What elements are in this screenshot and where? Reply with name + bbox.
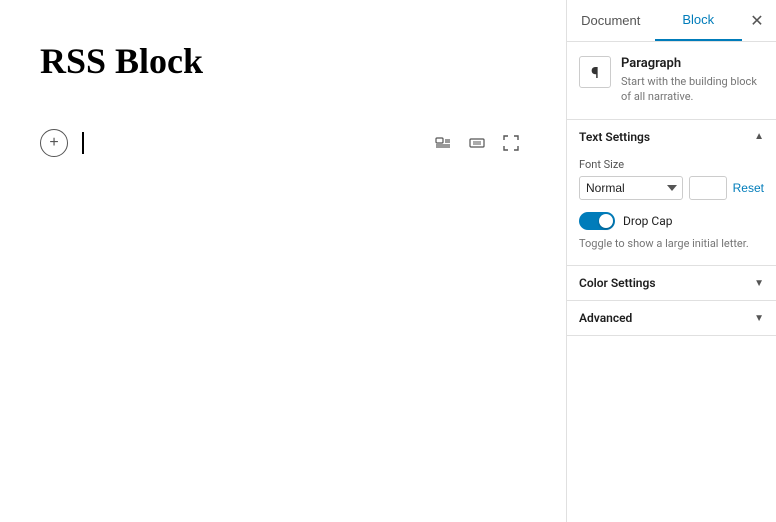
toolbar-right bbox=[428, 128, 526, 158]
wide-image-button[interactable] bbox=[462, 128, 492, 158]
color-settings-chevron: ▼ bbox=[754, 278, 764, 289]
align-image-icon bbox=[435, 135, 451, 151]
editor-area: RSS Block + bbox=[0, 0, 566, 522]
close-icon: ✕ bbox=[750, 11, 763, 31]
sidebar: Document Block ✕ ¶ Paragraph Start with … bbox=[566, 0, 776, 522]
color-settings-header[interactable]: Color Settings ▼ bbox=[567, 266, 776, 300]
color-settings-section: Color Settings ▼ bbox=[567, 266, 776, 301]
text-settings-chevron: ▲ bbox=[754, 131, 764, 142]
expand-icon bbox=[503, 135, 519, 151]
advanced-header[interactable]: Advanced ▼ bbox=[567, 301, 776, 335]
tab-document[interactable]: Document bbox=[567, 1, 655, 40]
text-settings-body: Font Size Normal Small Medium Large Extr… bbox=[567, 154, 776, 265]
block-description-text: Start with the building block of all nar… bbox=[621, 74, 764, 105]
block-description: Paragraph Start with the building block … bbox=[621, 56, 764, 105]
font-size-reset-button[interactable]: Reset bbox=[733, 181, 764, 195]
block-name: Paragraph bbox=[621, 56, 764, 71]
advanced-section: Advanced ▼ bbox=[567, 301, 776, 336]
fullscreen-button[interactable] bbox=[496, 128, 526, 158]
font-size-number-input[interactable] bbox=[689, 176, 727, 200]
page-title: RSS Block bbox=[40, 40, 526, 82]
color-settings-label: Color Settings bbox=[579, 276, 656, 290]
advanced-chevron: ▼ bbox=[754, 313, 764, 324]
sidebar-tabs: Document Block ✕ bbox=[567, 0, 776, 42]
font-size-row: Normal Small Medium Large Extra Large Re… bbox=[579, 176, 764, 200]
tab-block[interactable]: Block bbox=[655, 0, 743, 41]
font-size-label: Font Size bbox=[579, 158, 764, 171]
plus-icon: + bbox=[49, 135, 58, 151]
wide-image-icon bbox=[469, 135, 485, 151]
text-settings-section: Text Settings ▲ Font Size Normal Small M… bbox=[567, 120, 776, 266]
toggle-thumb bbox=[599, 214, 613, 228]
text-settings-label: Text Settings bbox=[579, 130, 650, 144]
add-block-button[interactable]: + bbox=[40, 129, 68, 157]
drop-cap-hint: Toggle to show a large initial letter. bbox=[579, 236, 764, 251]
drop-cap-row: Drop Cap bbox=[579, 212, 764, 230]
align-image-button[interactable] bbox=[428, 128, 458, 158]
block-icon: ¶ bbox=[579, 56, 611, 88]
close-sidebar-button[interactable]: ✕ bbox=[742, 6, 772, 36]
editor-toolbar: + bbox=[40, 128, 526, 158]
drop-cap-label: Drop Cap bbox=[623, 214, 672, 228]
text-settings-header[interactable]: Text Settings ▲ bbox=[567, 120, 776, 154]
font-size-select[interactable]: Normal Small Medium Large Extra Large bbox=[579, 176, 683, 200]
advanced-label: Advanced bbox=[579, 311, 632, 325]
drop-cap-toggle[interactable] bbox=[579, 212, 615, 230]
block-info: ¶ Paragraph Start with the building bloc… bbox=[567, 42, 776, 120]
text-cursor bbox=[82, 132, 84, 154]
